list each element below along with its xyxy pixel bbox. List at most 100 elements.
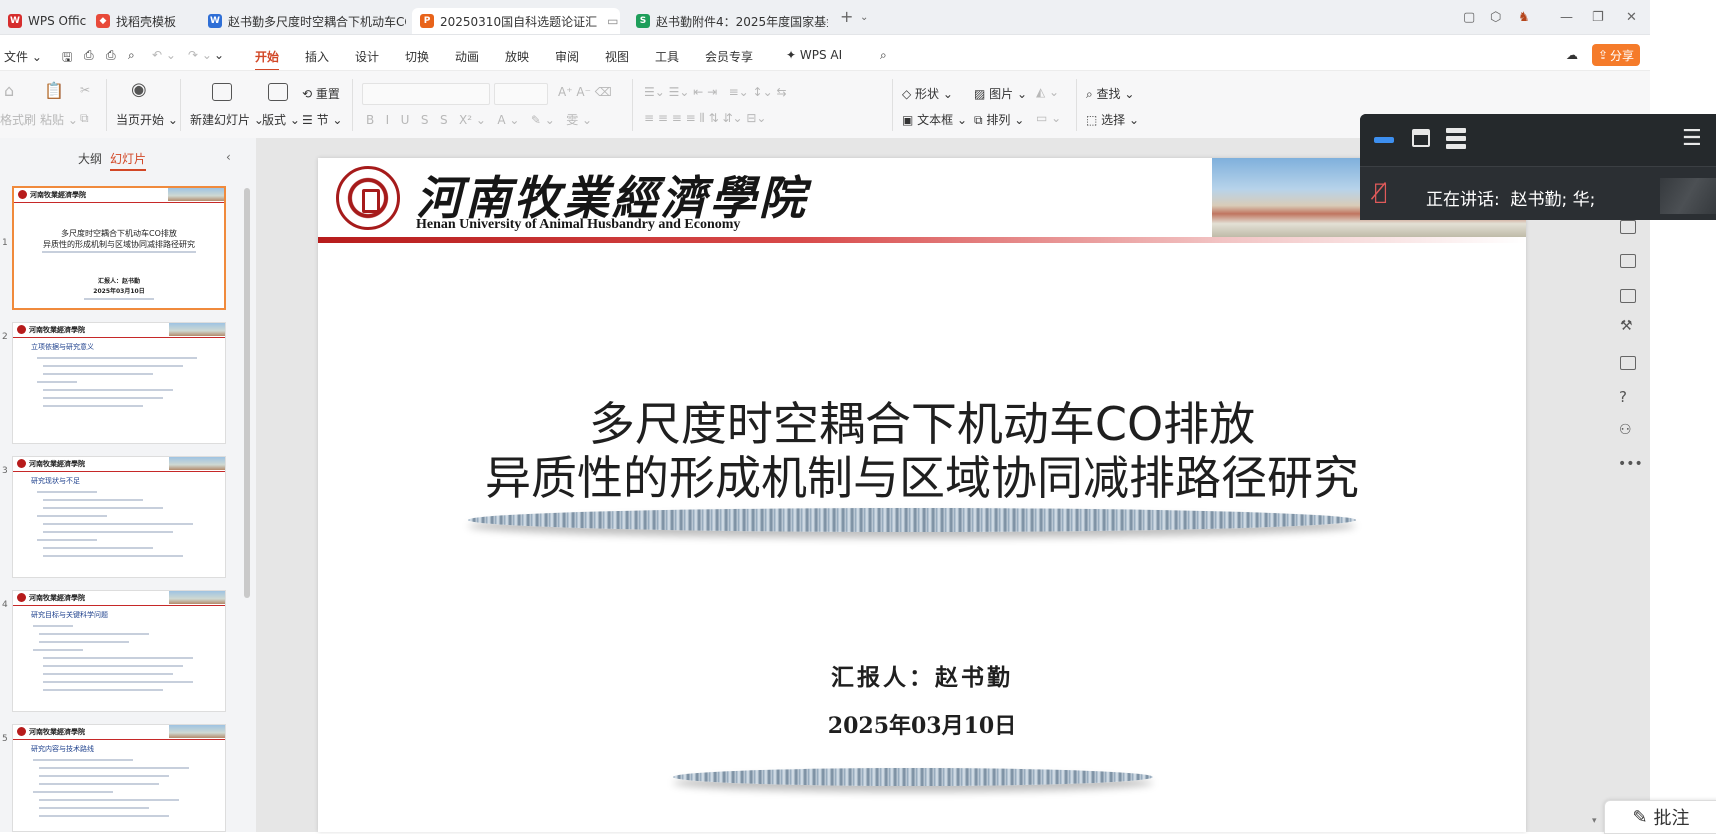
university-seal-logo — [336, 166, 400, 230]
start-from-current-button[interactable]: 当页开始 ⌄ — [116, 111, 178, 128]
tab-slides[interactable]: 幻灯片 — [110, 150, 147, 171]
slide-title-line-2[interactable]: 异质性的形成机制与区域协同减排路径研究 — [318, 442, 1526, 508]
menu-slideshow[interactable]: 放映 — [505, 48, 529, 65]
copy-icon[interactable]: ⧉ — [80, 111, 89, 126]
outline-icon[interactable]: ▭ ⌄ — [1036, 111, 1061, 125]
menu-animation[interactable]: 动画 — [455, 48, 479, 65]
new-tab-plus-icon[interactable]: + — [840, 7, 853, 26]
print-icon[interactable]: ⎙ — [106, 48, 116, 63]
decorative-bar-bottom — [673, 768, 1153, 786]
slide-thumbnail-4[interactable]: 河南牧業經濟學院 研究目标与关键科学问题 — [12, 590, 226, 712]
select-button[interactable]: ⬚ 选择 ⌄ — [1086, 111, 1139, 128]
screen-icon[interactable]: ▭ — [607, 14, 618, 28]
minimize-view-icon[interactable] — [1374, 137, 1394, 143]
cloud-upload-icon[interactable]: ☁ — [1566, 48, 1578, 62]
sidebar-tools-icon[interactable]: ⚒ — [1620, 318, 1633, 334]
menu-transition[interactable]: 切换 — [405, 48, 429, 65]
thumb-number: 3 — [2, 466, 8, 476]
wps-ai-button[interactable]: ✦ WPS AI — [786, 48, 842, 62]
slide-thumbnail-3[interactable]: 河南牧業經濟學院 研究现状与不足 — [12, 456, 226, 578]
menu-tools[interactable]: 工具 — [655, 48, 679, 65]
menu-insert[interactable]: 插入 — [305, 48, 329, 65]
minimize-icon[interactable]: — — [1560, 10, 1573, 25]
sidebar-book-icon[interactable] — [1620, 356, 1636, 370]
avatar-icon[interactable]: ♞ — [1518, 10, 1530, 25]
sidebar-transition-icon[interactable] — [1620, 289, 1636, 303]
format-painter-icon[interactable]: ⌂ — [4, 81, 14, 100]
format-painter-label[interactable]: 格式刷 — [0, 111, 36, 128]
menu-view[interactable]: 视图 — [605, 48, 629, 65]
save-icon[interactable]: 🖫 — [62, 48, 72, 69]
align-icons[interactable]: ≡ ≡ ≡ ≡ ⦀ ⇅ ⇵⌄ ⊟⌄ — [644, 111, 766, 126]
arrange-button[interactable]: ⧉ 排列 ⌄ — [974, 111, 1024, 128]
share-button[interactable]: ⇪ 分享 — [1592, 44, 1640, 66]
play-from-current-icon[interactable]: ◉ — [131, 79, 147, 100]
shape-icon: ◇ — [902, 87, 916, 101]
cut-icon[interactable]: ✂ — [80, 83, 90, 97]
fill-icon[interactable]: ◭ ⌄ — [1036, 85, 1059, 99]
menu-home[interactable]: 开始 — [255, 48, 280, 71]
preview-icon[interactable]: ⌕ — [128, 48, 135, 63]
slide-thumbnail-1[interactable]: 河南牧業經濟學院 多尺度时空耦合下机动车CO排放 异质性的形成机制与区域协同减排… — [12, 186, 226, 310]
window-layout-icon[interactable]: ▢ — [1463, 10, 1475, 25]
tab-wps-office[interactable]: W WPS Office — [0, 8, 86, 34]
meeting-overlay: ☰ 🎙̸ 正在讲话: 赵书勤; 华; — [1360, 114, 1716, 220]
text-format-icons[interactable]: B I U S S X² ⌄ A ⌄ ✎ ⌄ 雯 ⌄ — [366, 111, 592, 128]
slide-thumbnail-2[interactable]: 河南牧業經濟學院 立项依据与研究意义 — [12, 322, 226, 444]
slide-thumbnail-5[interactable]: 河南牧業經濟學院 研究内容与技术路线 — [12, 724, 226, 832]
undo-icon[interactable]: ↶ ⌄ — [152, 48, 176, 62]
sidebar-help-icon[interactable]: ? — [1619, 388, 1627, 406]
new-slide-button[interactable]: 新建幻灯片 ⌄ — [190, 111, 264, 128]
muted-mic-icon[interactable]: 🎙̸ — [1374, 180, 1387, 205]
menu-member[interactable]: 会员专享 — [705, 48, 753, 65]
sidebar-object-icon[interactable] — [1620, 254, 1636, 268]
paste-icon[interactable]: 📋 — [44, 81, 64, 100]
font-size-select[interactable] — [494, 83, 548, 105]
slide-canvas[interactable]: 河南牧業經濟學院 Henan University of Animal Husb… — [318, 158, 1526, 832]
menu-review[interactable]: 审阅 — [555, 48, 579, 65]
collapse-panel-icon[interactable]: ‹ — [226, 150, 231, 164]
sidebar-more-icon[interactable]: ••• — [1618, 456, 1643, 472]
slide-reporter[interactable]: 汇报人：赵书勤 — [318, 658, 1526, 692]
list-view-icon[interactable] — [1446, 128, 1466, 149]
tab-ppt-doc[interactable]: P 20250310国自科选题论证汇 ▭ ✕ — [412, 8, 620, 34]
shape-button[interactable]: ◇ 形状 ⌄ — [902, 85, 953, 102]
tab-docer[interactable]: ◆ 找稻壳模板 — [88, 8, 192, 34]
close-window-icon[interactable]: ✕ — [1626, 10, 1637, 25]
comment-button[interactable]: ✎ 批注 — [1604, 800, 1716, 834]
panel-scrollbar[interactable] — [244, 188, 250, 598]
tab-word-doc[interactable]: W 赵书勤多尺度时空耦合下机动车CO排 — [200, 8, 406, 34]
cube-icon[interactable]: ⬡ — [1490, 10, 1501, 25]
paste-label[interactable]: 粘贴 ⌄ — [40, 111, 78, 128]
sidebar-animation-icon[interactable] — [1620, 220, 1636, 234]
window-view-icon[interactable] — [1412, 129, 1430, 147]
scroll-down-icon[interactable]: ▾ — [1592, 816, 1597, 826]
slide-date[interactable]: 2025年03月10日 — [318, 708, 1526, 740]
sidebar-shirt-icon[interactable]: ⚇ — [1619, 422, 1632, 438]
list-icons[interactable]: ☰⌄ ☰⌄ ⇤ ⇥ ≡⌄ ↕⌄ ⇆ — [644, 85, 787, 99]
tab-list-chevron-icon[interactable]: ⌄ — [860, 12, 868, 23]
search-icon[interactable]: ⌕ — [880, 48, 887, 63]
picture-button[interactable]: ▨ 图片 ⌄ — [974, 85, 1027, 102]
menu-file[interactable]: 文件 ⌄ — [4, 48, 42, 65]
reset-button[interactable]: ⟲ 重置 — [302, 85, 340, 102]
find-button[interactable]: ⌕ 查找 ⌄ — [1086, 85, 1134, 102]
thumb-number: 2 — [2, 332, 8, 342]
redo-icon[interactable]: ↷ ⌄ — [188, 48, 212, 62]
tab-sheet-doc[interactable]: S 赵书勤附件4：2025年度国家基金 ● — [628, 8, 828, 34]
layout-icon[interactable] — [268, 83, 288, 101]
tab-outline[interactable]: 大纲 — [78, 150, 102, 167]
find-icon: ⌕ — [1086, 87, 1097, 101]
menu-design[interactable]: 设计 — [355, 48, 379, 65]
section-button[interactable]: ☰ 节 ⌄ — [302, 111, 342, 128]
textbox-button[interactable]: ▣ 文本框 ⌄ — [902, 111, 967, 128]
layout-button[interactable]: 版式 ⌄ — [262, 111, 300, 128]
export-icon[interactable]: ⎙ — [84, 48, 94, 63]
word-doc-icon: W — [208, 14, 222, 28]
overlay-menu-icon[interactable]: ☰ — [1682, 126, 1702, 151]
font-grow-icon[interactable]: A⁺ A⁻ ⌫ — [558, 85, 612, 99]
more-chevron-icon[interactable]: ⌄ — [214, 48, 224, 62]
font-family-select[interactable] — [362, 83, 490, 105]
restore-icon[interactable]: ❐ — [1592, 10, 1604, 25]
new-slide-icon[interactable] — [212, 83, 232, 101]
